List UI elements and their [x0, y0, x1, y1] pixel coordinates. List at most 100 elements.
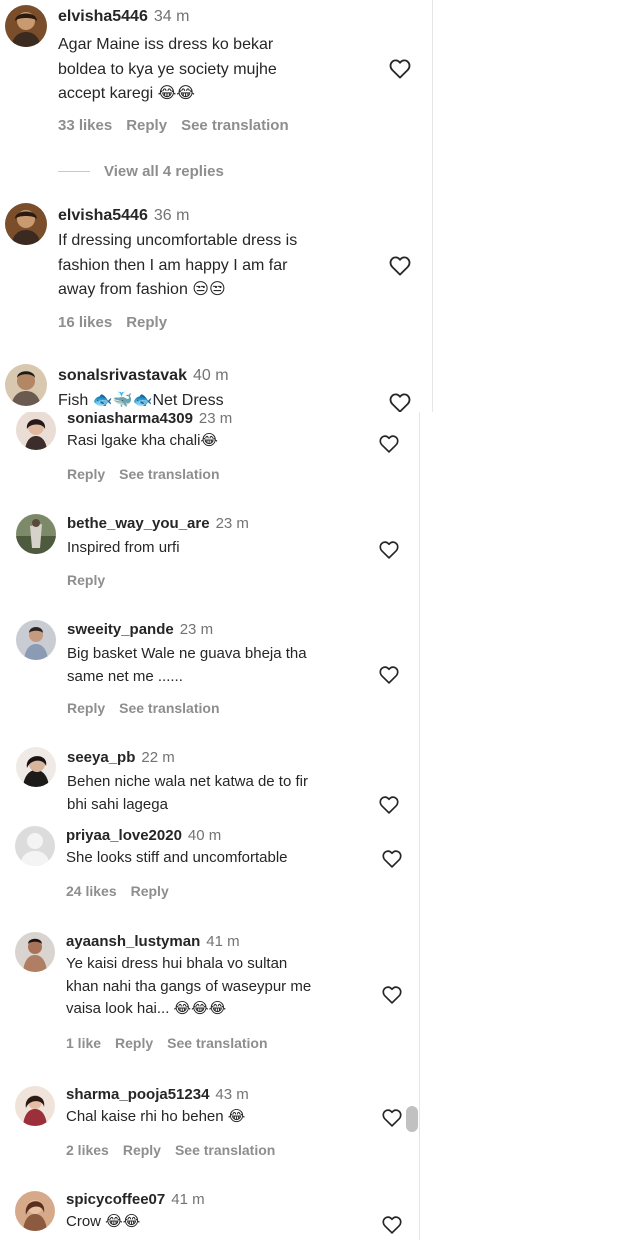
- heart-outline-icon[interactable]: [378, 664, 400, 686]
- reply-button[interactable]: Reply: [126, 314, 167, 331]
- avatar[interactable]: [5, 364, 47, 406]
- timestamp: 23 m: [198, 412, 233, 427]
- replies-divider: [58, 170, 90, 172]
- heart-outline-icon[interactable]: [381, 848, 403, 870]
- comment-header: priyaa_love2020 40 m: [66, 827, 221, 844]
- comment-line: vaisa look hai... 😂😂😂: [66, 1000, 227, 1017]
- likes-count[interactable]: 24 likes: [66, 883, 117, 899]
- comment-line: accept karegi 😂😂: [58, 85, 195, 102]
- see-translation-link[interactable]: See translation: [119, 466, 219, 482]
- comment-text: Big basket Wale ne guava bheja tha same …: [67, 643, 367, 688]
- heart-outline-icon[interactable]: [381, 1107, 403, 1129]
- avatar[interactable]: [16, 514, 56, 554]
- comment-actions: Reply See translation: [67, 466, 234, 482]
- comment-actions: 24 likes Reply: [66, 883, 183, 899]
- heart-outline-icon[interactable]: [378, 539, 400, 561]
- avatar[interactable]: [16, 620, 56, 660]
- timestamp: 41 m: [206, 933, 240, 950]
- comment-line: boldea to kya ye society mujhe: [58, 60, 277, 78]
- avatar[interactable]: [16, 412, 56, 450]
- username[interactable]: spicycoffee07: [66, 1191, 165, 1208]
- comment: soniasharma4309 23 m Rasi lgake kha chali…: [0, 412, 420, 502]
- timestamp: 23 m: [215, 515, 249, 532]
- timestamp: 40 m: [192, 367, 229, 384]
- username[interactable]: sonalsrivastavak: [58, 367, 187, 384]
- view-replies-label: View all 4 replies: [104, 162, 224, 180]
- person-silhouette-icon[interactable]: [15, 826, 55, 866]
- heart-outline-icon[interactable]: [378, 794, 400, 816]
- avatar[interactable]: [15, 932, 55, 972]
- comment-text: Chal kaise rhi ho behen 😂: [66, 1106, 376, 1129]
- avatar[interactable]: [5, 5, 47, 47]
- avatar[interactable]: [15, 1191, 55, 1231]
- comment-actions: 33 likes Reply See translation: [58, 117, 303, 134]
- comment: sharma_pooja51234 43 m Chal kaise rhi ho …: [0, 1085, 420, 1175]
- comment-line: same net me ......: [67, 667, 183, 685]
- heart-outline-icon[interactable]: [388, 57, 412, 81]
- comment-header: seeya_pb 22 m: [67, 749, 175, 766]
- reply-button[interactable]: Reply: [123, 1142, 161, 1158]
- likes-count[interactable]: 2 likes: [66, 1142, 109, 1158]
- comment-line: Ye kaisi dress hui bhala vo sultan: [66, 955, 288, 972]
- see-translation-link[interactable]: See translation: [119, 700, 219, 716]
- timestamp: 41 m: [171, 1191, 205, 1208]
- heart-outline-icon[interactable]: [381, 1214, 403, 1236]
- reply-button[interactable]: Reply: [115, 1035, 153, 1051]
- reply-button[interactable]: Reply: [67, 572, 105, 588]
- comment-actions: 2 likes Reply See translation: [66, 1142, 289, 1158]
- panel-edge: [419, 412, 420, 826]
- username[interactable]: sharma_pooja51234: [66, 1086, 209, 1103]
- username[interactable]: seeya_pb: [67, 749, 135, 766]
- comments-panel-b: soniasharma4309 23 m Rasi lgake kha chali…: [0, 412, 420, 826]
- reply-button[interactable]: Reply: [131, 883, 169, 899]
- comment: elvisha5446 36 m If dressing uncomfortabl…: [0, 197, 432, 342]
- scrollbar-thumb[interactable]: [406, 1106, 418, 1132]
- username[interactable]: bethe_way_you_are: [67, 515, 210, 532]
- heart-outline-icon[interactable]: [381, 984, 403, 1006]
- comment-text: Ye kaisi dress hui bhala vo sultan khan …: [66, 953, 376, 1021]
- comment-text: She looks stiff and uncomfortable: [66, 847, 376, 870]
- timestamp: 40 m: [187, 827, 222, 844]
- see-translation-link[interactable]: See translation: [175, 1142, 275, 1158]
- timestamp: 36 m: [153, 207, 190, 224]
- comment-text: Rasi lgake kha chali😂: [67, 430, 367, 453]
- likes-count[interactable]: 33 likes: [58, 117, 112, 134]
- comment: seeya_pb 22 m Behen niche wala net katwa …: [0, 747, 420, 826]
- username[interactable]: elvisha5446: [58, 8, 148, 25]
- comment-header: sonalsrivastavak 40 m: [58, 367, 229, 385]
- comment: sweeity_pande 23 m Big basket Wale ne gua…: [0, 620, 420, 731]
- likes-count[interactable]: 1 like: [66, 1035, 101, 1051]
- comment-header: elvisha5446 34 m: [58, 8, 189, 26]
- reply-button[interactable]: Reply: [126, 117, 167, 134]
- reply-button[interactable]: Reply: [67, 700, 105, 716]
- username[interactable]: priyaa_love2020: [66, 827, 182, 844]
- heart-outline-icon[interactable]: [388, 391, 412, 412]
- username[interactable]: sweeity_pande: [67, 621, 174, 638]
- see-translation-link[interactable]: See translation: [167, 1035, 267, 1051]
- avatar[interactable]: [15, 1086, 55, 1126]
- avatar[interactable]: [16, 747, 56, 787]
- see-translation-link[interactable]: See translation: [181, 117, 289, 134]
- comment-line: Inspired from urfi: [67, 539, 180, 556]
- comment-line: khan nahi tha gangs of waseypur me: [66, 977, 312, 995]
- comment-header: soniasharma4309 23 m: [67, 412, 232, 427]
- likes-count[interactable]: 16 likes: [58, 314, 112, 331]
- username[interactable]: ayaansh_lustyman: [66, 933, 200, 950]
- comment-header: elvisha5446 36 m: [58, 207, 189, 225]
- comment-line: Crow 😂😂: [66, 1213, 141, 1230]
- avatar[interactable]: [5, 203, 47, 245]
- comment-line: Fish 🐟🐳🐟Net Dress: [58, 392, 224, 409]
- comment-text: Fish 🐟🐳🐟Net Dress: [58, 389, 378, 412]
- view-replies-button[interactable]: View all 4 replies: [58, 161, 224, 181]
- comment-header: bethe_way_you_are 23 m: [67, 515, 249, 532]
- comment-actions: 1 like Reply See translation: [66, 1035, 282, 1051]
- comment-line: If dressing uncomfortable dress is: [58, 232, 298, 249]
- username[interactable]: soniasharma4309: [67, 412, 193, 427]
- comment-text: If dressing uncomfortable dress is fashi…: [58, 229, 378, 303]
- comment-line: bhi sahi lagega: [67, 795, 168, 813]
- heart-outline-icon[interactable]: [378, 433, 400, 455]
- username[interactable]: elvisha5446: [58, 207, 148, 224]
- heart-outline-icon[interactable]: [388, 254, 412, 278]
- reply-button[interactable]: Reply: [67, 466, 105, 482]
- comment-line: fashion then I am happy I am far: [58, 256, 288, 274]
